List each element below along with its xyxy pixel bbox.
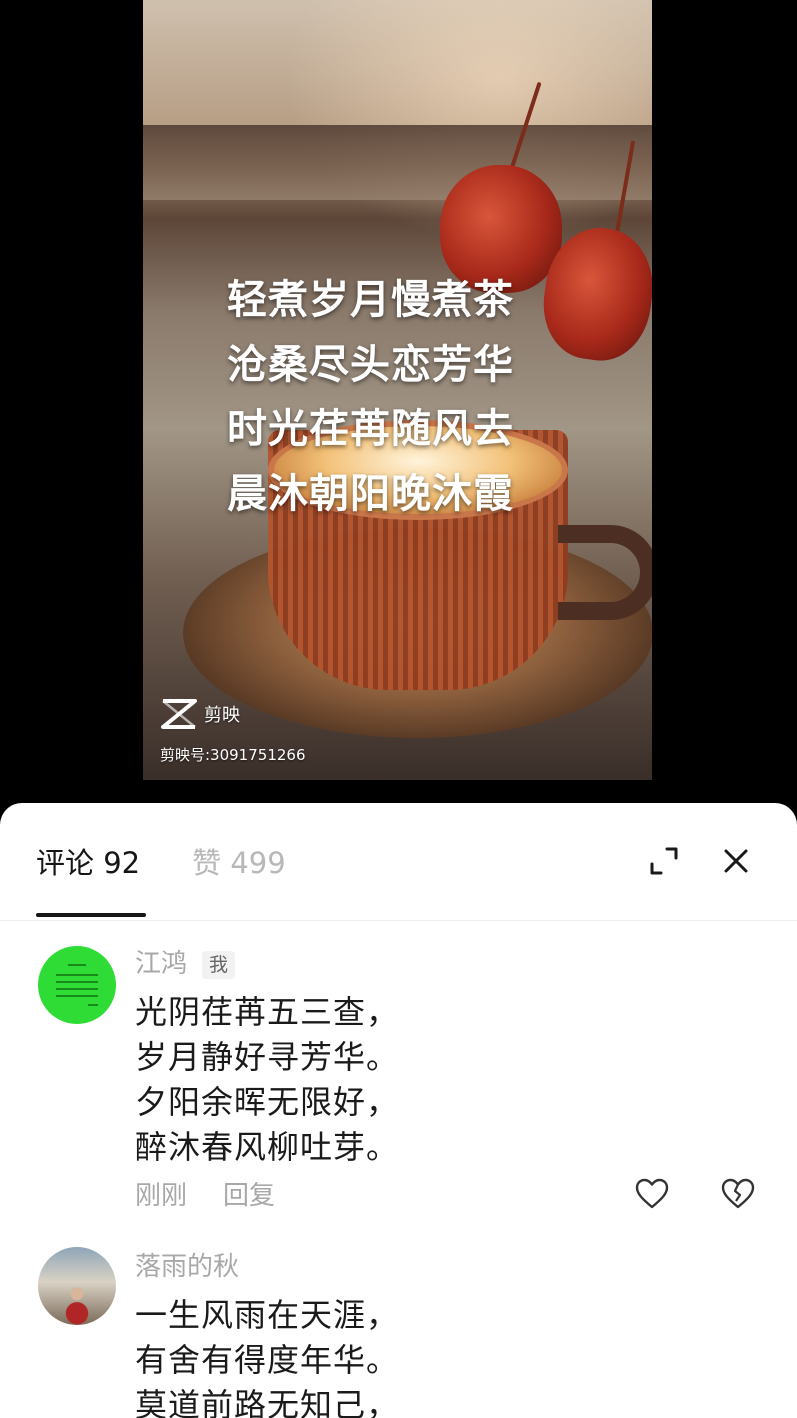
poem-line: 时光荏苒随风去	[227, 406, 514, 452]
poem-line: 轻煮岁月慢煮茶	[227, 277, 514, 323]
capcut-logo-icon	[161, 699, 197, 729]
avatar[interactable]	[38, 1247, 116, 1325]
comment-line: 有舍有得度年华。	[135, 1341, 400, 1379]
comment-line: 岁月静好寻芳华。	[135, 1038, 400, 1076]
comment-text: 光阴荏苒五三查， 岁月静好寻芳华。 夕阳余晖无限好， 醉沐春风柳吐芽。	[135, 990, 399, 1170]
comment-time: 刚刚	[135, 1181, 188, 1211]
tab-comments[interactable]: 评论 92	[36, 843, 140, 883]
reply-button[interactable]: 回复	[223, 1175, 275, 1212]
divider	[0, 920, 797, 921]
comment-line: 光阴荏苒五三查，	[135, 993, 400, 1031]
poem-line: 晨沐朝阳晚沐霞	[227, 470, 514, 517]
comment-line: 醉沐春风柳吐芽。	[135, 1128, 400, 1166]
comment-line: 莫道前路无知己，	[135, 1386, 400, 1418]
me-badge: 我	[202, 951, 236, 979]
text-image-icon	[56, 964, 98, 1006]
cup-handle	[558, 525, 652, 620]
poem-line: 沧桑尽头恋芳华	[227, 341, 514, 388]
comment-text: 一生风雨在天涯， 有舍有得度年华。 莫道前路无知己，	[135, 1293, 399, 1418]
comment-author[interactable]: 江鸿	[135, 946, 187, 982]
watermark: 剪映	[160, 697, 240, 731]
active-tab-indicator	[36, 913, 146, 917]
comment-item: 江鸿 我 光阴荏苒五三查， 岁月静好寻芳华。 夕阳余晖无限好， 醉沐春风柳吐芽。…	[0, 940, 797, 1230]
background-window	[143, 125, 652, 200]
poem-overlay: 轻煮岁月慢煮茶 沧桑尽头恋芳华 时光荏苒随风去 晨沐朝阳晚沐霞	[143, 268, 652, 526]
tab-likes[interactable]: 赞 499	[192, 843, 286, 883]
expand-icon[interactable]	[644, 841, 684, 881]
comment-item: 落雨的秋 一生风雨在天涯， 有舍有得度年华。 莫道前路无知己，	[0, 1243, 797, 1418]
comment-line: 夕阳余晖无限好，	[135, 1083, 400, 1121]
close-icon[interactable]	[716, 841, 756, 881]
heart-icon[interactable]	[635, 1178, 669, 1210]
watermark-id: 剪映号:3091751266	[160, 746, 306, 764]
comment-sheet: 评论 92 赞 499 江鸿 我 光阴荏苒五三查， 岁月静好寻芳华。 夕阳余晖无…	[0, 803, 797, 1418]
comment-line: 一生风雨在天涯，	[135, 1296, 400, 1334]
comment-meta: 刚刚 回复	[135, 1175, 275, 1212]
video-player[interactable]: 轻煮岁月慢煮茶 沧桑尽头恋芳华 时光荏苒随风去 晨沐朝阳晚沐霞 剪映 剪映号:3…	[143, 0, 652, 780]
watermark-app-name: 剪映	[204, 705, 240, 726]
broken-heart-icon[interactable]	[721, 1178, 755, 1210]
avatar[interactable]	[38, 946, 116, 1024]
tab-bar: 评论 92 赞 499	[36, 843, 286, 883]
comment-author[interactable]: 落雨的秋	[135, 1249, 239, 1285]
